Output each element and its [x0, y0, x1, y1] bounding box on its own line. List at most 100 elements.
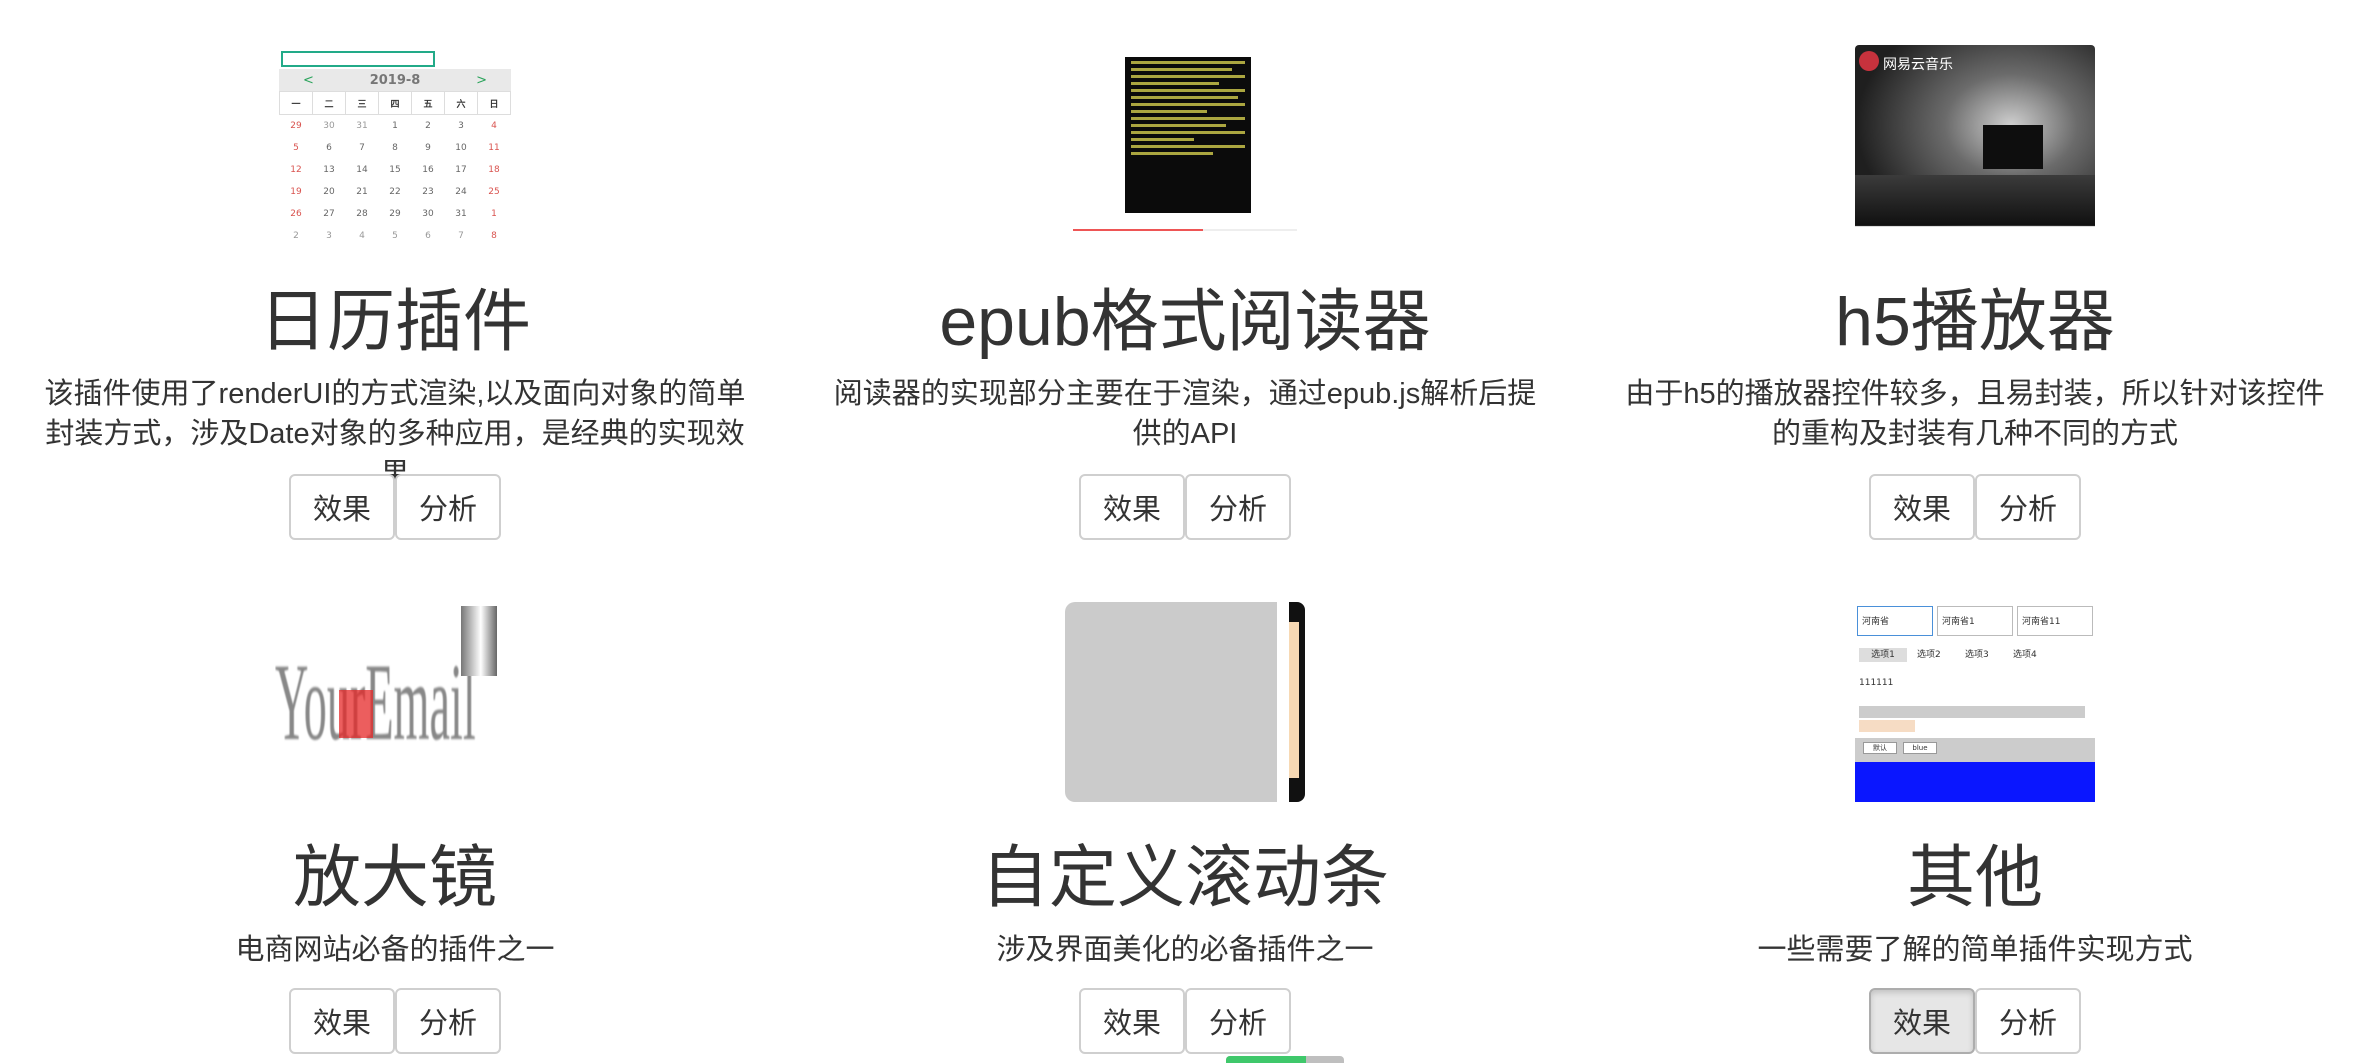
- piano-image: [1983, 125, 2043, 169]
- plugin-title: epub格式阅读器: [939, 284, 1431, 360]
- magnified-text: YourEmail: [275, 641, 476, 763]
- plugin-description: 由于h5的播放器控件较多，且易封装，所以针对该控件的重构及封装有几种不同的方式: [1625, 378, 2325, 450]
- effect-button[interactable]: 效果: [289, 474, 395, 540]
- plugin-title: h5播放器: [1835, 284, 2115, 360]
- effect-button[interactable]: 效果: [1079, 988, 1185, 1054]
- day-cell: 18: [488, 165, 500, 175]
- day-cell: 7: [359, 143, 365, 153]
- tab-4: 选项4: [2013, 650, 2037, 660]
- day-cell: 13: [323, 165, 335, 175]
- effect-button[interactable]: 效果: [1869, 474, 1975, 540]
- day-cell: 7: [458, 231, 464, 241]
- theme-input-default: 默认: [1863, 742, 1897, 754]
- effect-button[interactable]: 效果: [1869, 988, 1975, 1054]
- scroll-content: [1065, 602, 1277, 802]
- card-h5player: 网易云音乐 h5播放器 由于h5的播放器控件较多，且易封装，所以针对该控件的重构…: [1580, 0, 2370, 560]
- plugin-title: 自定义滚动条: [980, 840, 1389, 916]
- province-select: 河南省: [1857, 606, 1933, 636]
- weekday-cell: 一: [279, 91, 313, 115]
- page-scroll-indicator[interactable]: [1226, 1056, 1344, 1063]
- day-cell: 22: [389, 187, 401, 197]
- day-cell: 10: [455, 143, 467, 153]
- calendar-week-row: 26 27 28 29 30 31 1: [280, 203, 511, 225]
- effect-button[interactable]: 效果: [1079, 474, 1185, 540]
- calendar-week-row: 5 6 7 8 9 10 11: [280, 137, 511, 159]
- plugin-title: 放大镜: [292, 840, 497, 916]
- weekday-cell: 四: [378, 91, 412, 115]
- day-cell: 5: [392, 231, 398, 241]
- card-epub: epub格式阅读器 阅读器的实现部分主要在于渲染，通过epub.js解析后提供的…: [790, 0, 1580, 560]
- button-group: 效果 分析: [1580, 474, 2370, 540]
- card-calendar: < 2019-8 > 一 二 三 四 五 六 日 29 30 31 1 2 3 …: [0, 0, 790, 560]
- day-cell: 27: [323, 209, 335, 219]
- epub-page: [1125, 57, 1251, 213]
- blue-panel: [1855, 762, 2095, 802]
- day-cell: 28: [356, 209, 368, 219]
- theme-input-blue: blue: [1903, 742, 1937, 754]
- calendar-week-row: 19 20 21 22 23 24 25: [280, 181, 511, 203]
- card-scrollbar: 自定义滚动条 涉及界面美化的必备插件之一 效果 分析: [790, 560, 1580, 1063]
- calendar-table: 一 二 三 四 五 六 日 29 30 31 1 2 3 4 5 6 7 8 9…: [279, 91, 511, 245]
- calendar-week-row: 12 13 14 15 16 17 18: [280, 159, 511, 181]
- day-cell: 31: [356, 121, 368, 131]
- button-group: 效果 分析: [790, 988, 1580, 1054]
- day-cell: 6: [326, 143, 332, 153]
- weekday-cell: 二: [312, 91, 346, 115]
- day-cell: 2: [293, 231, 299, 241]
- video-controls: [1855, 226, 2095, 245]
- analysis-button[interactable]: 分析: [1185, 474, 1291, 540]
- analysis-button[interactable]: 分析: [395, 474, 501, 540]
- plugin-description: 一些需要了解的简单插件实现方式: [1757, 934, 2193, 966]
- weekday-cell: 日: [477, 91, 511, 115]
- netease-logo-icon: [1859, 51, 1879, 71]
- day-cell: 29: [389, 209, 401, 219]
- next-month-icon: >: [476, 72, 487, 88]
- plugin-grid: < 2019-8 > 一 二 三 四 五 六 日 29 30 31 1 2 3 …: [0, 0, 2372, 1063]
- prev-month-icon: <: [303, 72, 314, 88]
- h5player-preview: 网易云音乐: [1855, 45, 2095, 245]
- epub-progress: [1073, 229, 1297, 231]
- day-cell: 30: [422, 209, 434, 219]
- card-other: 河南省 河南省1 河南省11 选项1 选项2 选项3 选项4 111111 默认…: [1580, 560, 2370, 1063]
- day-cell: 29: [290, 121, 302, 131]
- card-magnifier: YourEmail 放大镜 电商网站必备的插件之一 效果 分析: [0, 560, 790, 1063]
- tab-1: 选项1: [1859, 648, 1907, 662]
- tab-content-value: 111111: [1859, 678, 1894, 688]
- effect-button[interactable]: 效果: [289, 988, 395, 1054]
- day-cell: 2: [425, 121, 431, 131]
- calendar-month: 2019-8: [369, 72, 421, 88]
- day-cell: 1: [392, 121, 398, 131]
- day-cell: 16: [422, 165, 434, 175]
- calendar-preview: < 2019-8 > 一 二 三 四 五 六 日 29 30 31 1 2 3 …: [275, 45, 515, 245]
- day-cell: 5: [293, 143, 299, 153]
- day-cell: 17: [455, 165, 467, 175]
- plugin-title: 其他: [1906, 840, 2043, 916]
- calendar-week-row: 2 3 4 5 6 7 8: [280, 225, 511, 245]
- day-cell: 19: [290, 187, 302, 197]
- button-group: 效果 分析: [790, 474, 1580, 540]
- scrollbar-thumb: [1289, 622, 1299, 778]
- analysis-button[interactable]: 分析: [1185, 988, 1291, 1054]
- day-cell: 30: [323, 121, 335, 131]
- day-cell: 12: [290, 165, 302, 175]
- day-cell: 26: [290, 209, 302, 219]
- magnifier-preview: YourEmail: [275, 602, 515, 802]
- other-preview: 河南省 河南省1 河南省11 选项1 选项2 选项3 选项4 111111 默认…: [1855, 602, 2095, 802]
- day-cell: 20: [323, 187, 335, 197]
- tab-3: 选项3: [1965, 650, 1989, 660]
- day-cell: 21: [356, 187, 368, 197]
- calendar-input: [281, 51, 435, 67]
- analysis-button[interactable]: 分析: [395, 988, 501, 1054]
- weekday-cell: 五: [411, 91, 445, 115]
- calendar-week-row: 29 30 31 1 2 3 4: [280, 115, 511, 138]
- magnifier-lens: [339, 690, 373, 738]
- day-cell: 8: [491, 231, 497, 241]
- button-group: 效果 分析: [0, 988, 790, 1054]
- analysis-button[interactable]: 分析: [1975, 988, 2081, 1054]
- day-cell: 31: [455, 209, 467, 219]
- epub-preview: [1065, 45, 1305, 245]
- day-cell: 11: [488, 143, 500, 153]
- tab-2: 选项2: [1917, 650, 1941, 660]
- gray-bar: [1859, 706, 2085, 718]
- analysis-button[interactable]: 分析: [1975, 474, 2081, 540]
